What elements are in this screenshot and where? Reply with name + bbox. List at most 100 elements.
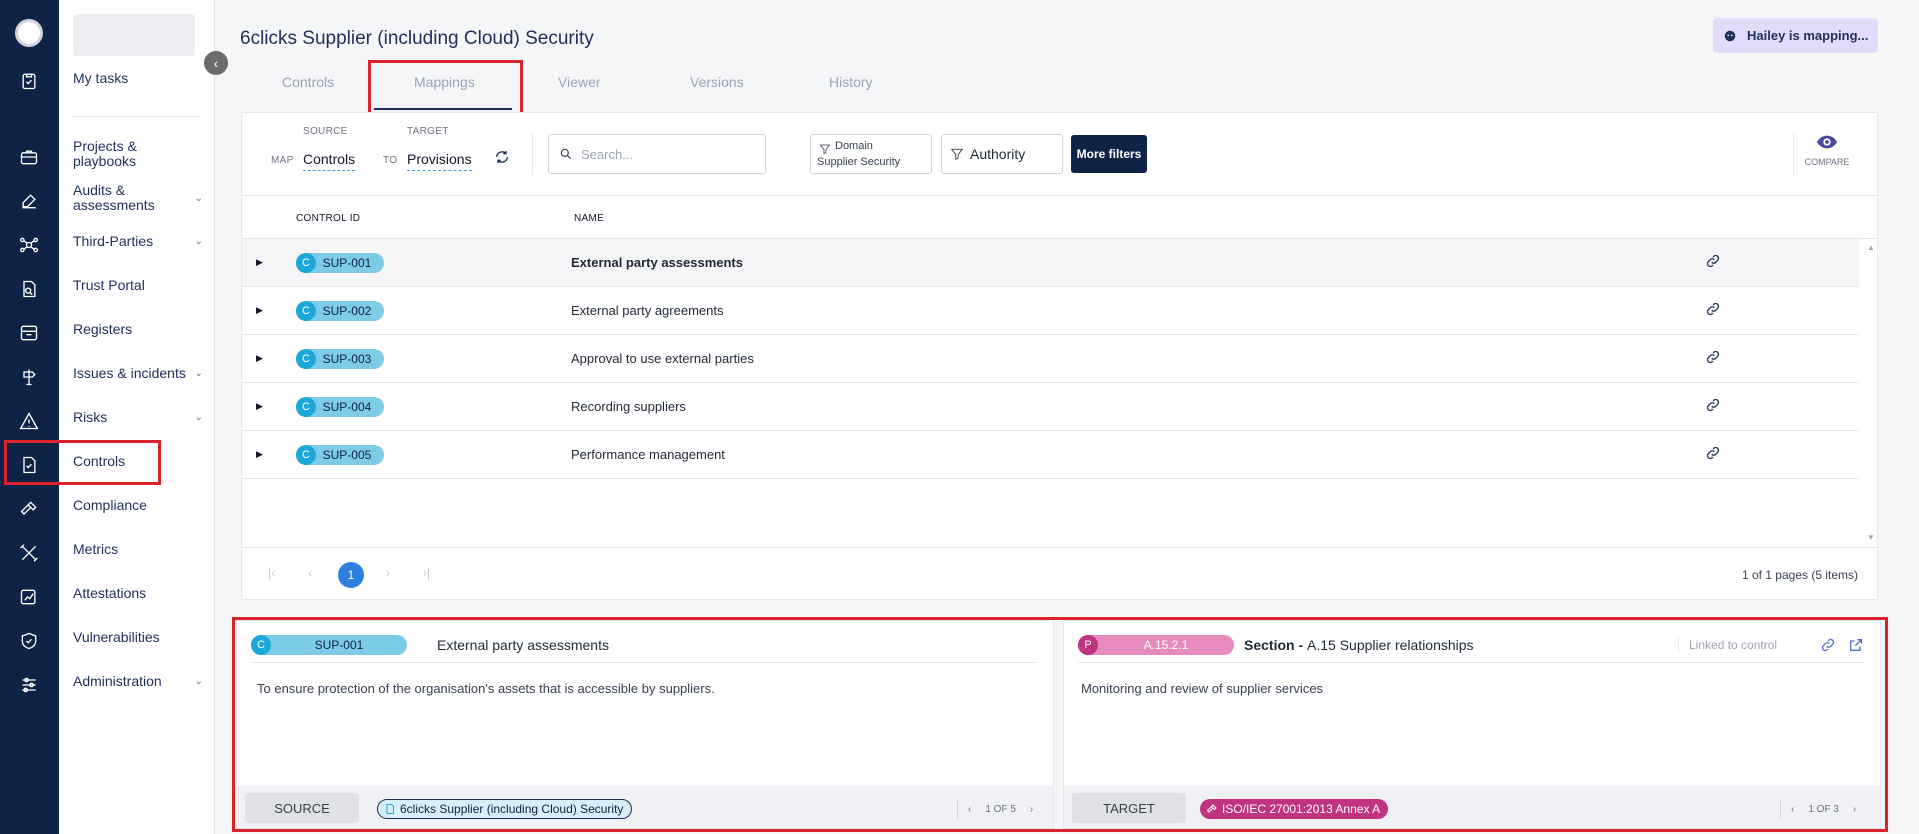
control-name: Approval to use external parties xyxy=(571,351,754,366)
table-row[interactable]: ▶ C SUP-005 Performance management xyxy=(242,431,1859,479)
signpost-icon[interactable] xyxy=(14,362,44,392)
target-framework-chip[interactable]: ISO/IEC 27001:2013 Annex A xyxy=(1200,799,1389,819)
tab-viewer[interactable]: Viewer xyxy=(558,74,601,90)
domain-filter[interactable]: Domain Supplier Security xyxy=(810,134,932,174)
source-footer: SOURCE 6clicks Supplier (including Cloud… xyxy=(237,786,1053,828)
chevron-down-icon: ⌄ xyxy=(194,192,203,204)
warning-icon[interactable] xyxy=(14,406,44,436)
sidebar-item-vulnerabilities[interactable]: Vulnerabilities xyxy=(73,630,203,645)
authority-filter[interactable]: Authority xyxy=(941,134,1063,174)
last-page-icon[interactable]: ›| xyxy=(423,566,430,580)
sidebar-item-risks[interactable]: Risks ⌄ xyxy=(73,410,203,425)
control-check-icon[interactable] xyxy=(14,450,44,480)
sidebar-item-metrics[interactable]: Metrics xyxy=(73,542,203,557)
table-scrollbar[interactable]: ▲ ▼ xyxy=(1867,239,1877,543)
chevron-left-icon: ‹ xyxy=(213,55,219,71)
target-id-badge: P A.15.2.1 xyxy=(1078,635,1234,655)
collapse-sidebar-button[interactable]: ‹ xyxy=(204,51,228,75)
control-id: SUP-001 xyxy=(322,256,372,270)
sidebar-item-registers[interactable]: Registers xyxy=(73,322,203,337)
table-row[interactable]: ▶ C SUP-003 Approval to use external part… xyxy=(242,335,1859,383)
briefcase-icon[interactable] xyxy=(14,142,44,172)
current-page[interactable]: 1 xyxy=(338,562,364,588)
chevron-right-icon[interactable]: › xyxy=(1030,804,1033,815)
tab-controls[interactable]: Controls xyxy=(282,74,334,90)
compare-button[interactable]: COMPARE xyxy=(1792,133,1862,167)
shield-icon[interactable] xyxy=(14,626,44,656)
sidebar-item-audits[interactable]: Audits & assessments ⌄ xyxy=(73,183,203,213)
pagination: |‹ ‹ 1 › ›| 1 of 1 pages (5 items) xyxy=(242,547,1878,601)
map-label: MAP xyxy=(271,155,294,166)
link-icon[interactable] xyxy=(1820,637,1838,655)
table-row[interactable]: ▶ C SUP-001 External party assessments xyxy=(242,239,1859,287)
sidebar-item-issues[interactable]: Issues & incidents ⌄ xyxy=(73,366,203,381)
first-page-icon[interactable]: |‹ xyxy=(268,566,275,580)
link-icon[interactable] xyxy=(1705,253,1723,271)
ai-brain-icon xyxy=(1724,30,1736,41)
sidebar-item-controls[interactable]: Controls xyxy=(73,454,203,469)
tab-mappings[interactable]: Mappings xyxy=(414,74,475,90)
sidebar-item-third-parties[interactable]: Third-Parties ⌄ xyxy=(73,234,203,249)
page-title: 6clicks Supplier (including Cloud) Secur… xyxy=(240,28,594,49)
scroll-down-icon[interactable]: ▼ xyxy=(1867,533,1875,542)
network-icon[interactable] xyxy=(14,230,44,260)
tab-history[interactable]: History xyxy=(829,74,873,90)
prev-page-icon[interactable]: ‹ xyxy=(308,566,312,580)
sidebar-item-compliance[interactable]: Compliance xyxy=(73,498,203,513)
source-select[interactable]: Controls xyxy=(303,151,356,171)
swap-refresh-icon[interactable] xyxy=(494,149,510,165)
expand-caret-icon[interactable]: ▶ xyxy=(256,305,263,316)
page-info: 1 of 1 pages (5 items) xyxy=(1741,568,1858,582)
link-icon[interactable] xyxy=(1705,349,1723,367)
chart-edit-icon[interactable] xyxy=(14,582,44,612)
chevron-left-icon[interactable]: ‹ xyxy=(1791,804,1794,815)
clipboard-check-icon[interactable] xyxy=(14,66,44,96)
column-name: NAME xyxy=(574,213,605,224)
scroll-up-icon[interactable]: ▲ xyxy=(1867,243,1875,252)
link-icon[interactable] xyxy=(1705,301,1723,319)
chevron-left-icon[interactable]: ‹ xyxy=(968,804,971,815)
control-id-badge: C SUP-001 xyxy=(296,253,384,273)
control-id-badge: C SUP-004 xyxy=(296,397,384,417)
chevron-right-icon[interactable]: › xyxy=(1853,804,1856,815)
control-id-badge: C SUP-002 xyxy=(296,301,384,321)
link-icon[interactable] xyxy=(1705,397,1723,415)
table-row[interactable]: ▶ C SUP-004 Recording suppliers xyxy=(242,383,1859,431)
target-select[interactable]: Provisions xyxy=(407,151,472,171)
sidebar-item-administration[interactable]: Administration ⌄ xyxy=(73,674,203,689)
tools-icon[interactable] xyxy=(14,538,44,568)
user-profile-placeholder[interactable] xyxy=(73,14,195,56)
sidebar-item-trust-portal[interactable]: Trust Portal xyxy=(73,278,203,293)
next-page-icon[interactable]: › xyxy=(386,566,390,580)
external-link-icon[interactable] xyxy=(1848,637,1866,655)
expand-caret-icon[interactable]: ▶ xyxy=(256,449,263,460)
gavel-icon[interactable] xyxy=(14,494,44,524)
target-framework-name: ISO/IEC 27001:2013 Annex A xyxy=(1222,802,1381,816)
archive-icon[interactable] xyxy=(14,318,44,348)
eye-icon xyxy=(1816,135,1838,149)
tab-versions[interactable]: Versions xyxy=(690,74,744,90)
target-detail-header: P A.15.2.1 Section - A.15 Supplier relat… xyxy=(1078,633,1864,663)
table-row[interactable]: ▶ C SUP-002 External party agreements xyxy=(242,287,1859,335)
sidebar-item-label: Attestations xyxy=(73,585,147,601)
sidebar-item-projects[interactable]: Projects & playbooks xyxy=(73,139,203,169)
sliders-icon[interactable] xyxy=(14,670,44,700)
hailey-mapping-button[interactable]: Hailey is mapping... xyxy=(1713,18,1878,53)
control-type-letter: C xyxy=(296,301,316,321)
control-name: External party assessments xyxy=(571,255,743,270)
expand-caret-icon[interactable]: ▶ xyxy=(256,257,263,268)
more-filters-button[interactable]: More filters xyxy=(1071,135,1147,173)
search-input[interactable]: Search... xyxy=(548,134,766,174)
source-framework-chip[interactable]: 6clicks Supplier (including Cloud) Secur… xyxy=(377,799,633,819)
expand-caret-icon[interactable]: ▶ xyxy=(256,353,263,364)
document-search-icon[interactable] xyxy=(14,274,44,304)
link-icon[interactable] xyxy=(1705,445,1723,463)
sidebar-item-attestations[interactable]: Attestations xyxy=(73,586,203,601)
source-description: To ensure protection of the organisation… xyxy=(257,681,715,696)
sidebar-item-my-tasks[interactable]: My tasks xyxy=(73,71,203,86)
control-id: SUP-005 xyxy=(322,448,372,462)
control-type-letter: C xyxy=(296,445,316,465)
edit-icon[interactable] xyxy=(14,186,44,216)
expand-caret-icon[interactable]: ▶ xyxy=(256,401,263,412)
org-logo[interactable] xyxy=(15,19,43,47)
